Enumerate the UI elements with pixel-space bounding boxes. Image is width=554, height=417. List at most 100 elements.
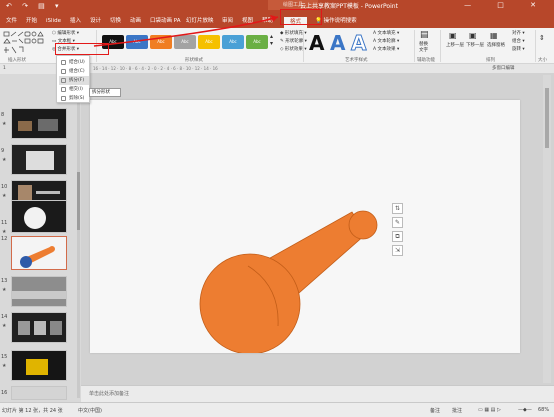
- handle-end-circle[interactable]: [348, 210, 378, 240]
- slide-number: 10: [1, 184, 8, 190]
- slide-thumbnail[interactable]: [11, 312, 67, 343]
- star-icon: ★: [2, 229, 7, 235]
- slide-thumbnail[interactable]: [11, 144, 67, 175]
- thumb-microphone: [20, 246, 55, 268]
- slide-thumbnail[interactable]: [11, 276, 67, 307]
- insert-shapes-group-label: 插入形状: [8, 58, 26, 63]
- slide-thumbnail[interactable]: [11, 386, 67, 400]
- resize-icon[interactable]: ⇲: [392, 245, 403, 256]
- merge-shapes-menu: 结合(U) 组合(C) 拆分(F) 相交(I) 剪除(S): [56, 55, 90, 103]
- thumb-circle: [24, 207, 46, 229]
- slide-counter: 幻灯片 第 12 张，共 24 张: [2, 408, 63, 414]
- wordart-style-a[interactable]: A: [309, 31, 324, 55]
- wordart-group-label: 艺术字样式: [345, 58, 368, 63]
- edit-shape-label: 编辑形状 ▾: [57, 31, 80, 36]
- thumbnail-panel: 8 ★ 9 ★ 10 ★ 11 ★ 12 13 ★ 14 ★ 15 ★ 16: [0, 64, 81, 402]
- thumb-image: [34, 321, 46, 335]
- slide-thumbnail-selected[interactable]: [11, 236, 67, 270]
- format-icon[interactable]: ⧉: [392, 231, 403, 242]
- slide-thumbnail[interactable]: [11, 200, 67, 233]
- slide-number: 13: [1, 278, 8, 284]
- comments-toggle[interactable]: 批注: [452, 407, 462, 414]
- window-controls[interactable]: — □ ✕: [464, 1, 548, 9]
- zoom-slider[interactable]: —◆—: [518, 407, 532, 413]
- thumb-image: [12, 291, 66, 299]
- notes-pane[interactable]: 单击此处添加备注: [81, 385, 554, 402]
- size-icon[interactable]: ⇕: [539, 34, 545, 42]
- view-buttons[interactable]: ▭ ▦ ▤ ▷: [478, 407, 501, 413]
- tab-home[interactable]: 开始: [26, 16, 37, 26]
- menu-item-label: 结合(U): [69, 60, 85, 65]
- alt-text-button[interactable]: 替换 文字: [419, 42, 428, 54]
- notes-toggle[interactable]: 备注: [430, 407, 440, 414]
- fragment-icon: [61, 78, 66, 83]
- wordart-style-a[interactable]: A: [330, 31, 345, 55]
- menu-item-intersect[interactable]: 相交(I): [59, 85, 89, 94]
- slide-number: 15: [1, 354, 8, 360]
- divider: [414, 30, 415, 62]
- zoom-level[interactable]: 68%: [538, 407, 549, 413]
- selection-pane-button[interactable]: 选择窗格: [487, 42, 505, 48]
- group-button[interactable]: 组合 ▾: [512, 38, 525, 44]
- menu-item-union[interactable]: 结合(U): [59, 58, 89, 67]
- send-backward-button[interactable]: 下移一层: [466, 42, 484, 48]
- divider: [535, 30, 536, 62]
- combine-icon: [61, 69, 66, 74]
- microphone-shape[interactable]: [90, 100, 520, 355]
- menu-item-subtract[interactable]: 剪除(S): [59, 94, 89, 103]
- alt-text-icon: ▤: [420, 30, 429, 40]
- thumbnail-header-title: 1: [3, 66, 6, 71]
- selection-pane-icon: ▦: [490, 31, 498, 40]
- edit-shape-button[interactable]: ⬡ 编辑形状 ▾: [52, 30, 79, 36]
- text-fill-icon: A: [373, 31, 377, 36]
- shapes-gallery[interactable]: [3, 31, 49, 55]
- edit-shape-icon: ⬡: [52, 31, 56, 36]
- text-fill-button[interactable]: A 文本填充 ▾: [373, 30, 399, 36]
- shape-style-icon[interactable]: ✎: [392, 217, 403, 228]
- thumbnail-scrollbar[interactable]: [77, 70, 80, 398]
- thumb-image: [26, 359, 48, 375]
- thumb-text: [36, 191, 60, 194]
- divider: [303, 30, 304, 62]
- quick-access-toolbar[interactable]: ↶ ↷ ▤ ▾: [6, 2, 63, 10]
- size-group-label: 大小: [538, 58, 547, 63]
- tab-insert[interactable]: 插入: [70, 16, 81, 26]
- fragment-tooltip: 拆分形状: [89, 88, 121, 97]
- slide-canvas[interactable]: [90, 100, 520, 355]
- status-bar: 幻灯片 第 12 张，共 24 张 中文(中国) 备注 批注 ▭ ▦ ▤ ▷ —…: [0, 402, 554, 417]
- slide-number: 9: [1, 148, 5, 154]
- union-icon: [61, 60, 66, 65]
- head-circle[interactable]: [199, 253, 301, 355]
- menu-item-label: 剪除(S): [69, 96, 85, 101]
- language-indicator[interactable]: 中文(中国): [78, 407, 102, 414]
- wordart-style-a[interactable]: A: [350, 31, 367, 56]
- accessibility-group-label: 辅助功能: [417, 58, 435, 63]
- shapes-gallery-icons: [3, 31, 44, 54]
- slide-number: 14: [1, 314, 8, 320]
- bring-forward-button[interactable]: 上移一层: [446, 42, 464, 48]
- menu-item-combine[interactable]: 组合(C): [59, 67, 89, 76]
- star-icon: ★: [2, 323, 7, 329]
- text-outline-button[interactable]: A 文本轮廓 ▾: [373, 38, 399, 44]
- slide-thumbnail[interactable]: [11, 350, 67, 381]
- slide-number: 16: [1, 390, 8, 396]
- layout-options-icon[interactable]: ⇅: [392, 203, 403, 214]
- multi-window-label[interactable]: 多窗口编辑: [492, 64, 515, 73]
- send-backward-icon: ▣: [469, 31, 477, 40]
- vertical-scroll-thumb[interactable]: [545, 88, 549, 148]
- thumb-image: [38, 119, 58, 131]
- thumb-image: [18, 121, 32, 131]
- menu-item-fragment[interactable]: 拆分(F): [59, 76, 89, 85]
- text-fill-label: 文本填充 ▾: [377, 31, 400, 36]
- tab-islide[interactable]: iSlide: [46, 16, 61, 26]
- slide-number: 12: [1, 236, 8, 242]
- tab-file[interactable]: 文件: [6, 16, 17, 26]
- slide-thumbnail[interactable]: [11, 108, 67, 139]
- align-button[interactable]: 对齐 ▾: [512, 30, 525, 36]
- floating-buttons: ⇅ ✎ ⧉ ⇲: [392, 203, 404, 257]
- rotate-button[interactable]: 旋转 ▾: [512, 46, 525, 52]
- thumbnail-scroll-thumb[interactable]: [77, 172, 80, 230]
- text-effects-button[interactable]: A 文本效果 ▾: [373, 46, 399, 52]
- text-outline-label: 文本轮廓 ▾: [377, 39, 400, 44]
- text-effects-icon: A: [373, 47, 377, 52]
